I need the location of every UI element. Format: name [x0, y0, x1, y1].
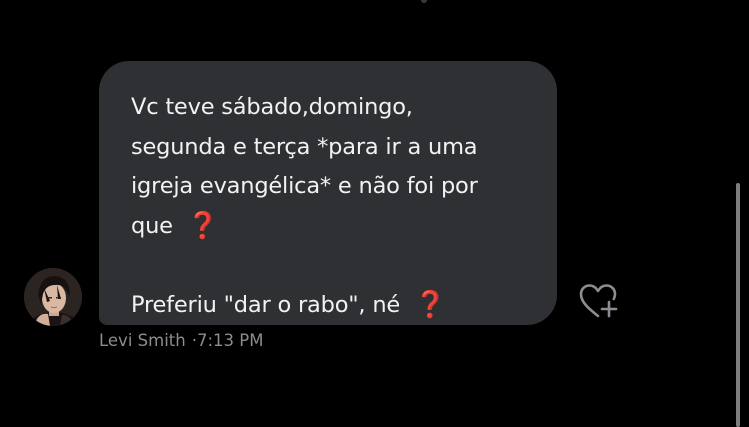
- message-line-4-text: que: [131, 212, 173, 239]
- message-line-2: segunda e terça *para ir a uma: [131, 133, 478, 160]
- message-line-4: que ❓: [131, 207, 533, 247]
- vertical-scrollbar[interactable]: [736, 183, 740, 427]
- sender-name: Levi Smith: [99, 331, 186, 350]
- message-line-5-text: Preferiu "dar o rabo", né: [131, 291, 401, 318]
- message-timestamp: ·7:13 PM: [191, 331, 264, 350]
- avatar-portrait-image: [24, 268, 82, 326]
- message-meta: Levi Smith ·7:13 PM: [99, 331, 263, 350]
- message-line-1: Vc teve sábado,domingo,: [131, 94, 413, 120]
- add-reaction-button[interactable]: [578, 282, 620, 322]
- message-bubble[interactable]: Vc teve sábado,domingo, segunda e terça …: [99, 61, 557, 325]
- message-line-3: igreja evangélica* e não foi por: [131, 173, 478, 199]
- red-question-mark-icon: ❓: [186, 210, 219, 241]
- dm-conversation-screen: Vc teve sábado,domingo, segunda e terça …: [0, 0, 749, 427]
- heart-plus-icon: [579, 284, 618, 318]
- message-line-5: Preferiu "dar o rabo", né ❓: [131, 286, 533, 326]
- red-question-mark-icon: ❓: [414, 289, 447, 320]
- top-indicator-dot: [421, 0, 427, 3]
- sender-avatar[interactable]: [24, 268, 82, 326]
